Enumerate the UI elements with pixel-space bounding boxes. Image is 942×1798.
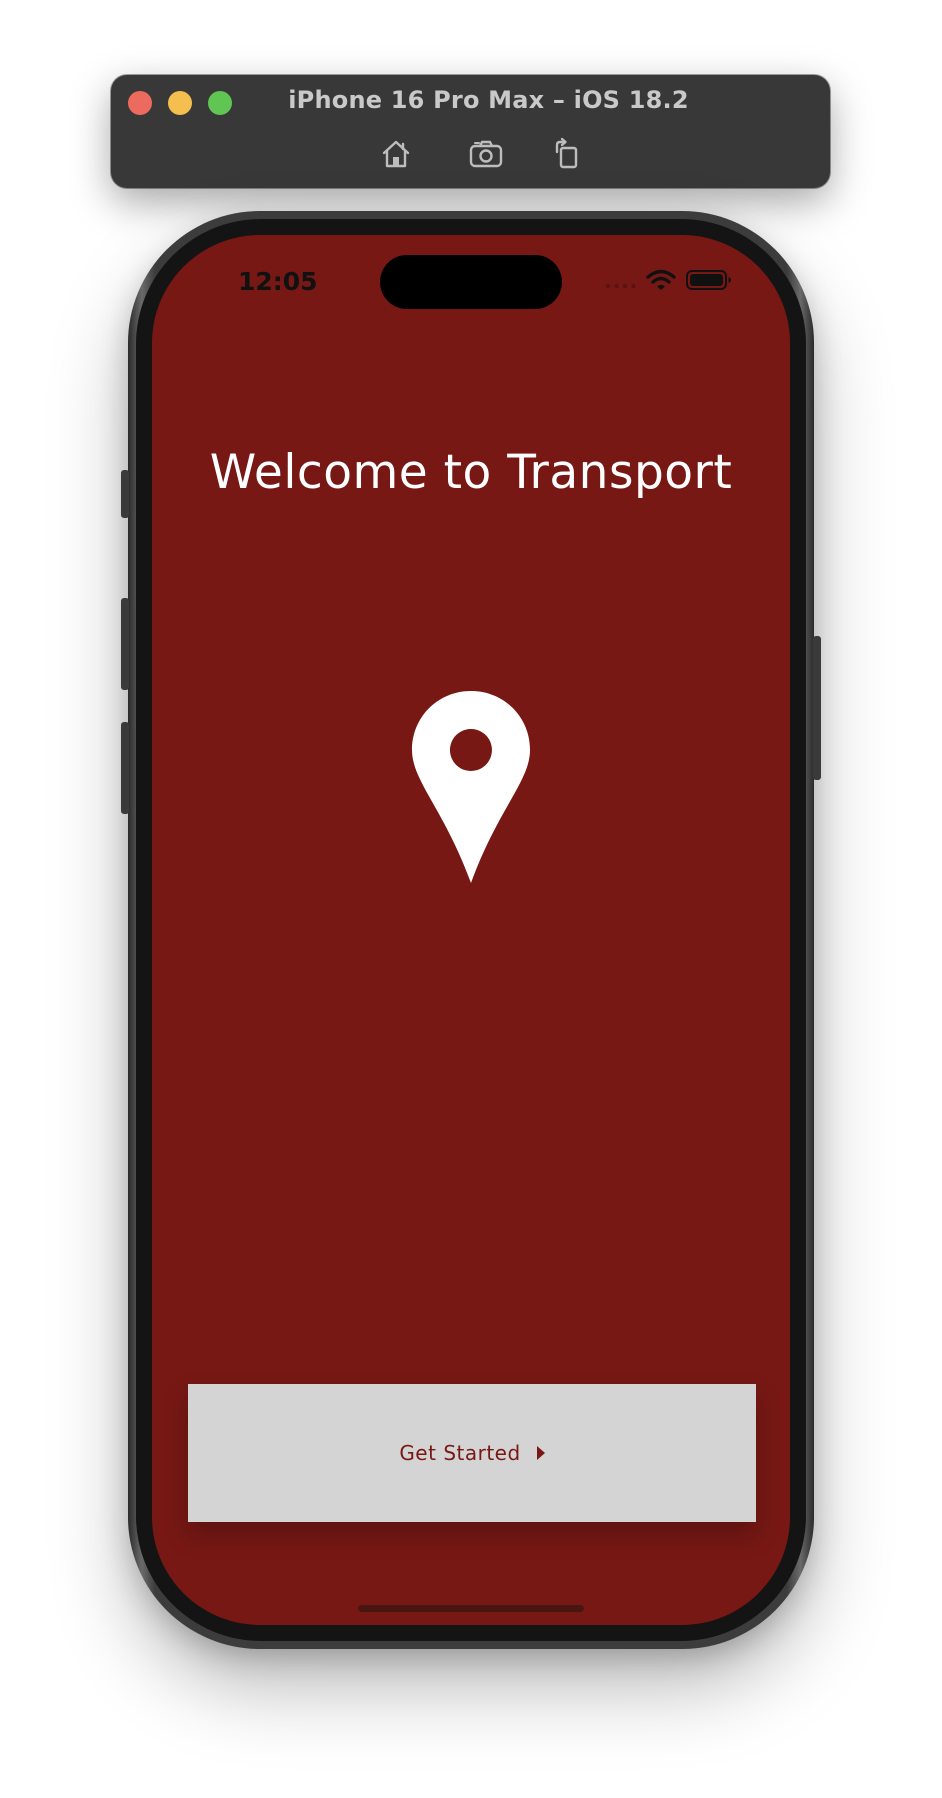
volume-up-button[interactable] [121, 598, 129, 690]
battery-icon [686, 270, 731, 290]
home-indicator[interactable] [358, 1605, 584, 1612]
rotate-button[interactable] [546, 134, 586, 174]
location-pin-icon [410, 689, 532, 885]
caret-right-icon [536, 1446, 545, 1460]
dynamic-island [380, 255, 562, 309]
signal-icon [605, 283, 636, 289]
screenshot-button[interactable] [466, 134, 506, 174]
volume-down-button[interactable] [121, 722, 129, 814]
screenshot-icon [469, 140, 503, 168]
simulator-title: iPhone 16 Pro Max – iOS 18.2 [288, 86, 689, 114]
app-screen: 12:05 Welcome to Transport Get Started [152, 235, 790, 1625]
status-time: 12:05 [238, 267, 318, 296]
simulator-page: iPhone 16 Pro Max – iOS 18.2 12:05 Welco… [0, 0, 942, 1798]
get-started-label: Get Started [399, 1441, 521, 1465]
rotate-icon [555, 137, 578, 169]
side-button[interactable] [813, 636, 821, 780]
home-button[interactable] [376, 134, 416, 174]
wifi-icon [646, 269, 676, 290]
action-button[interactable] [121, 470, 129, 518]
get-started-button[interactable]: Get Started [188, 1384, 756, 1522]
welcome-title: Welcome to Transport [209, 445, 733, 500]
home-icon [382, 140, 410, 168]
